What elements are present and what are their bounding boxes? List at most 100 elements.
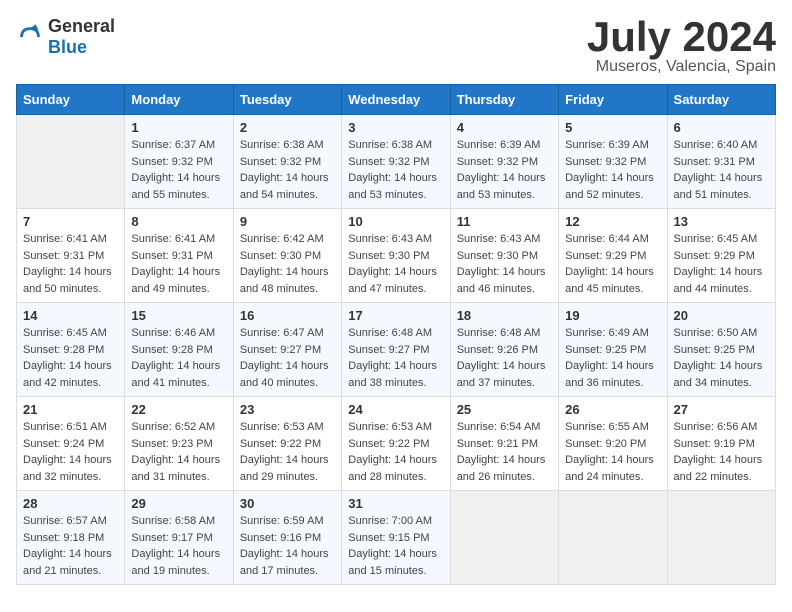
calendar-cell: 30 Sunrise: 6:59 AMSunset: 9:16 PMDayligh…	[233, 491, 341, 585]
day-number: 23	[240, 402, 335, 417]
day-info: Sunrise: 6:40 AMSunset: 9:31 PMDaylight:…	[674, 137, 769, 203]
day-number: 5	[565, 120, 660, 135]
day-number: 25	[457, 402, 552, 417]
calendar-cell: 31 Sunrise: 7:00 AMSunset: 9:15 PMDayligh…	[342, 491, 450, 585]
calendar-header-row: SundayMondayTuesdayWednesdayThursdayFrid…	[17, 85, 776, 115]
calendar-week-1: 1 Sunrise: 6:37 AMSunset: 9:32 PMDaylight…	[17, 115, 776, 209]
calendar-cell: 15 Sunrise: 6:46 AMSunset: 9:28 PMDayligh…	[125, 303, 233, 397]
calendar-header-saturday: Saturday	[667, 85, 775, 115]
calendar-cell	[17, 115, 125, 209]
day-info: Sunrise: 6:53 AMSunset: 9:22 PMDaylight:…	[240, 419, 335, 485]
day-info: Sunrise: 6:53 AMSunset: 9:22 PMDaylight:…	[348, 419, 443, 485]
day-info: Sunrise: 7:00 AMSunset: 9:15 PMDaylight:…	[348, 513, 443, 579]
calendar-cell: 5 Sunrise: 6:39 AMSunset: 9:32 PMDaylight…	[559, 115, 667, 209]
day-number: 24	[348, 402, 443, 417]
day-number: 17	[348, 308, 443, 323]
day-number: 16	[240, 308, 335, 323]
calendar-header-wednesday: Wednesday	[342, 85, 450, 115]
day-info: Sunrise: 6:49 AMSunset: 9:25 PMDaylight:…	[565, 325, 660, 391]
day-info: Sunrise: 6:44 AMSunset: 9:29 PMDaylight:…	[565, 231, 660, 297]
day-number: 11	[457, 214, 552, 229]
calendar-cell: 13 Sunrise: 6:45 AMSunset: 9:29 PMDayligh…	[667, 209, 775, 303]
calendar-cell	[559, 491, 667, 585]
day-info: Sunrise: 6:48 AMSunset: 9:27 PMDaylight:…	[348, 325, 443, 391]
day-info: Sunrise: 6:55 AMSunset: 9:20 PMDaylight:…	[565, 419, 660, 485]
day-number: 2	[240, 120, 335, 135]
day-number: 31	[348, 496, 443, 511]
day-number: 30	[240, 496, 335, 511]
calendar-cell: 29 Sunrise: 6:58 AMSunset: 9:17 PMDayligh…	[125, 491, 233, 585]
calendar-week-2: 7 Sunrise: 6:41 AMSunset: 9:31 PMDaylight…	[17, 209, 776, 303]
day-number: 18	[457, 308, 552, 323]
calendar-cell: 7 Sunrise: 6:41 AMSunset: 9:31 PMDaylight…	[17, 209, 125, 303]
calendar-cell: 10 Sunrise: 6:43 AMSunset: 9:30 PMDayligh…	[342, 209, 450, 303]
day-number: 26	[565, 402, 660, 417]
calendar-cell: 28 Sunrise: 6:57 AMSunset: 9:18 PMDayligh…	[17, 491, 125, 585]
day-number: 13	[674, 214, 769, 229]
day-info: Sunrise: 6:42 AMSunset: 9:30 PMDaylight:…	[240, 231, 335, 297]
calendar-cell: 22Sunrise: 6:52 AMSunset: 9:23 PMDayligh…	[125, 397, 233, 491]
day-number: 9	[240, 214, 335, 229]
day-number: 27	[674, 402, 769, 417]
calendar-cell: 8 Sunrise: 6:41 AMSunset: 9:31 PMDaylight…	[125, 209, 233, 303]
calendar-cell: 18Sunrise: 6:48 AMSunset: 9:26 PMDayligh…	[450, 303, 558, 397]
calendar-cell: 2Sunrise: 6:38 AMSunset: 9:32 PMDaylight…	[233, 115, 341, 209]
day-info: Sunrise: 6:45 AMSunset: 9:29 PMDaylight:…	[674, 231, 769, 297]
calendar-cell: 19Sunrise: 6:49 AMSunset: 9:25 PMDayligh…	[559, 303, 667, 397]
day-number: 20	[674, 308, 769, 323]
day-info: Sunrise: 6:58 AMSunset: 9:17 PMDaylight:…	[131, 513, 226, 579]
day-number: 1	[131, 120, 226, 135]
calendar-cell: 16 Sunrise: 6:47 AMSunset: 9:27 PMDayligh…	[233, 303, 341, 397]
day-info: Sunrise: 6:39 AMSunset: 9:32 PMDaylight:…	[565, 137, 660, 203]
day-info: Sunrise: 6:43 AMSunset: 9:30 PMDaylight:…	[348, 231, 443, 297]
day-number: 15	[131, 308, 226, 323]
calendar-cell: 6Sunrise: 6:40 AMSunset: 9:31 PMDaylight…	[667, 115, 775, 209]
day-info: Sunrise: 6:37 AMSunset: 9:32 PMDaylight:…	[131, 137, 226, 203]
calendar-cell	[450, 491, 558, 585]
day-number: 28	[23, 496, 118, 511]
calendar-week-4: 21 Sunrise: 6:51 AMSunset: 9:24 PMDayligh…	[17, 397, 776, 491]
logo-blue: Blue	[48, 37, 87, 57]
day-info: Sunrise: 6:50 AMSunset: 9:25 PMDaylight:…	[674, 325, 769, 391]
day-number: 21	[23, 402, 118, 417]
calendar-cell: 3 Sunrise: 6:38 AMSunset: 9:32 PMDaylight…	[342, 115, 450, 209]
calendar-cell: 4 Sunrise: 6:39 AMSunset: 9:32 PMDaylight…	[450, 115, 558, 209]
day-info: Sunrise: 6:57 AMSunset: 9:18 PMDaylight:…	[23, 513, 118, 579]
day-number: 29	[131, 496, 226, 511]
day-info: Sunrise: 6:56 AMSunset: 9:19 PMDaylight:…	[674, 419, 769, 485]
calendar-week-3: 14Sunrise: 6:45 AMSunset: 9:28 PMDayligh…	[17, 303, 776, 397]
day-info: Sunrise: 6:54 AMSunset: 9:21 PMDaylight:…	[457, 419, 552, 485]
logo: General Blue	[16, 16, 115, 58]
calendar-header-sunday: Sunday	[17, 85, 125, 115]
day-info: Sunrise: 6:59 AMSunset: 9:16 PMDaylight:…	[240, 513, 335, 579]
day-info: Sunrise: 6:43 AMSunset: 9:30 PMDaylight:…	[457, 231, 552, 297]
month-title: July 2024	[587, 16, 776, 58]
calendar-cell: 9 Sunrise: 6:42 AMSunset: 9:30 PMDaylight…	[233, 209, 341, 303]
calendar-table: SundayMondayTuesdayWednesdayThursdayFrid…	[16, 84, 776, 585]
calendar-cell: 11 Sunrise: 6:43 AMSunset: 9:30 PMDayligh…	[450, 209, 558, 303]
page-header: General Blue July 2024 Museros, Valencia…	[16, 16, 776, 76]
calendar-cell: 20 Sunrise: 6:50 AMSunset: 9:25 PMDayligh…	[667, 303, 775, 397]
calendar-cell: 12Sunrise: 6:44 AMSunset: 9:29 PMDayligh…	[559, 209, 667, 303]
day-info: Sunrise: 6:41 AMSunset: 9:31 PMDaylight:…	[23, 231, 118, 297]
day-info: Sunrise: 6:51 AMSunset: 9:24 PMDaylight:…	[23, 419, 118, 485]
day-number: 7	[23, 214, 118, 229]
day-number: 10	[348, 214, 443, 229]
day-number: 22	[131, 402, 226, 417]
day-info: Sunrise: 6:39 AMSunset: 9:32 PMDaylight:…	[457, 137, 552, 203]
logo-text: General Blue	[48, 16, 115, 58]
calendar-cell: 25 Sunrise: 6:54 AMSunset: 9:21 PMDayligh…	[450, 397, 558, 491]
day-number: 14	[23, 308, 118, 323]
day-info: Sunrise: 6:38 AMSunset: 9:32 PMDaylight:…	[348, 137, 443, 203]
location-title: Museros, Valencia, Spain	[587, 58, 776, 76]
day-number: 8	[131, 214, 226, 229]
day-info: Sunrise: 6:47 AMSunset: 9:27 PMDaylight:…	[240, 325, 335, 391]
calendar-cell: 27 Sunrise: 6:56 AMSunset: 9:19 PMDayligh…	[667, 397, 775, 491]
calendar-header-tuesday: Tuesday	[233, 85, 341, 115]
day-number: 3	[348, 120, 443, 135]
calendar-cell: 1 Sunrise: 6:37 AMSunset: 9:32 PMDaylight…	[125, 115, 233, 209]
day-number: 4	[457, 120, 552, 135]
day-info: Sunrise: 6:46 AMSunset: 9:28 PMDaylight:…	[131, 325, 226, 391]
day-info: Sunrise: 6:41 AMSunset: 9:31 PMDaylight:…	[131, 231, 226, 297]
logo-general: General	[48, 16, 115, 36]
